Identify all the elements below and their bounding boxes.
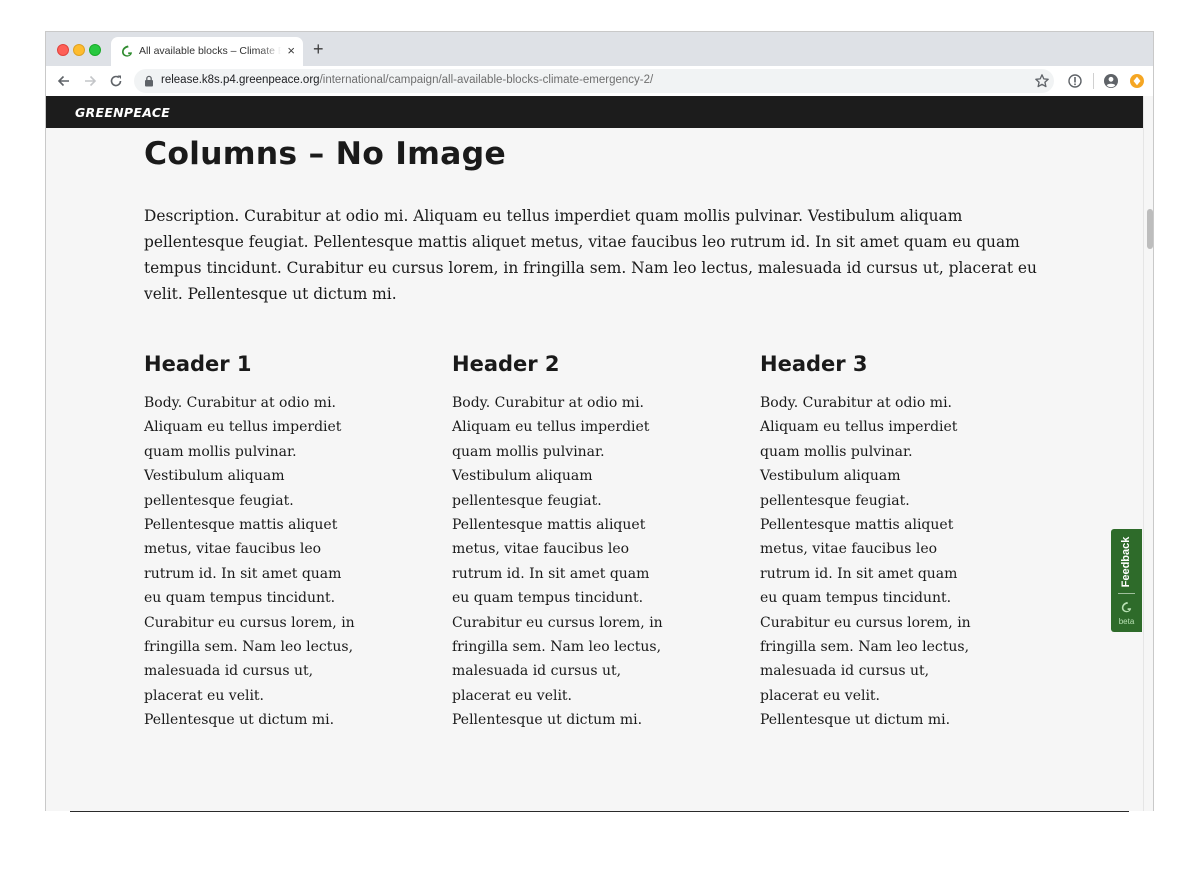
star-icon[interactable] <box>1034 73 1050 89</box>
browser-tab[interactable]: All available blocks – Climate Emergency… <box>111 37 303 66</box>
close-window-button[interactable] <box>57 44 69 56</box>
window-bottom-edge <box>70 811 1129 812</box>
column-header: Header 1 <box>144 352 252 376</box>
minimize-window-button[interactable] <box>73 44 85 56</box>
tab-strip: All available blocks – Climate Emergency… <box>46 32 1153 66</box>
column-body: Body. Curabitur at odio mi. Aliquam eu t… <box>760 395 971 729</box>
arrow-left-icon[interactable] <box>56 73 72 89</box>
extension-icon[interactable] <box>1129 73 1145 89</box>
browser-window: All available blocks – Climate Emergency… <box>45 31 1154 811</box>
account-icon[interactable] <box>1103 73 1119 89</box>
browser-toolbar: release.k8s.p4.greenpeace.org/internatio… <box>46 66 1153 97</box>
url-text: release.k8s.p4.greenpeace.org/internatio… <box>161 74 653 86</box>
close-tab-button[interactable]: × <box>287 43 295 59</box>
feedback-divider <box>1118 593 1135 594</box>
scrollbar[interactable] <box>1143 96 1153 811</box>
section-description: Description. Curabitur at odio mi. Aliqu… <box>144 207 1037 303</box>
beta-label: beta <box>1118 617 1135 626</box>
page-viewport: GREENPEACE Columns – No Image Descriptio… <box>46 96 1153 811</box>
column-1: Header 1 Body. Curabitur at odio mi. Ali… <box>144 349 384 733</box>
address-bar[interactable]: release.k8s.p4.greenpeace.org/internatio… <box>134 69 1054 93</box>
toolbar-divider <box>1093 73 1094 89</box>
tab-title: All available blocks – Climate Emergency <box>139 45 281 57</box>
reload-icon[interactable] <box>108 73 124 89</box>
column-header: Header 2 <box>452 352 560 376</box>
url-path: /international/campaign/all-available-bl… <box>319 74 654 86</box>
greenpeace-leaf-icon <box>1121 601 1132 613</box>
greenpeace-logo[interactable]: GREENPEACE <box>75 105 170 120</box>
feedback-label: Feedback <box>1120 536 1132 588</box>
greenpeace-favicon-icon <box>122 45 132 57</box>
feedback-tab[interactable]: Feedback beta <box>1111 529 1142 632</box>
column-header: Header 3 <box>760 352 868 376</box>
scrollbar-thumb[interactable] <box>1147 209 1153 249</box>
site-header: GREENPEACE <box>46 96 1143 128</box>
column-body: Body. Curabitur at odio mi. Aliquam eu t… <box>452 395 663 729</box>
column-2: Header 2 Body. Curabitur at odio mi. Ali… <box>452 349 692 733</box>
column-body: Body. Curabitur at odio mi. Aliquam eu t… <box>144 395 355 729</box>
column-3: Header 3 Body. Curabitur at odio mi. Ali… <box>760 349 1000 733</box>
new-tab-button[interactable]: + <box>313 40 324 58</box>
info-icon[interactable] <box>1067 73 1083 89</box>
zoom-window-button[interactable] <box>89 44 101 56</box>
lock-icon <box>145 75 153 87</box>
arrow-right-icon[interactable] <box>82 73 98 89</box>
page-title: Columns – No Image <box>144 136 506 172</box>
url-host: release.k8s.p4.greenpeace.org <box>161 74 320 86</box>
